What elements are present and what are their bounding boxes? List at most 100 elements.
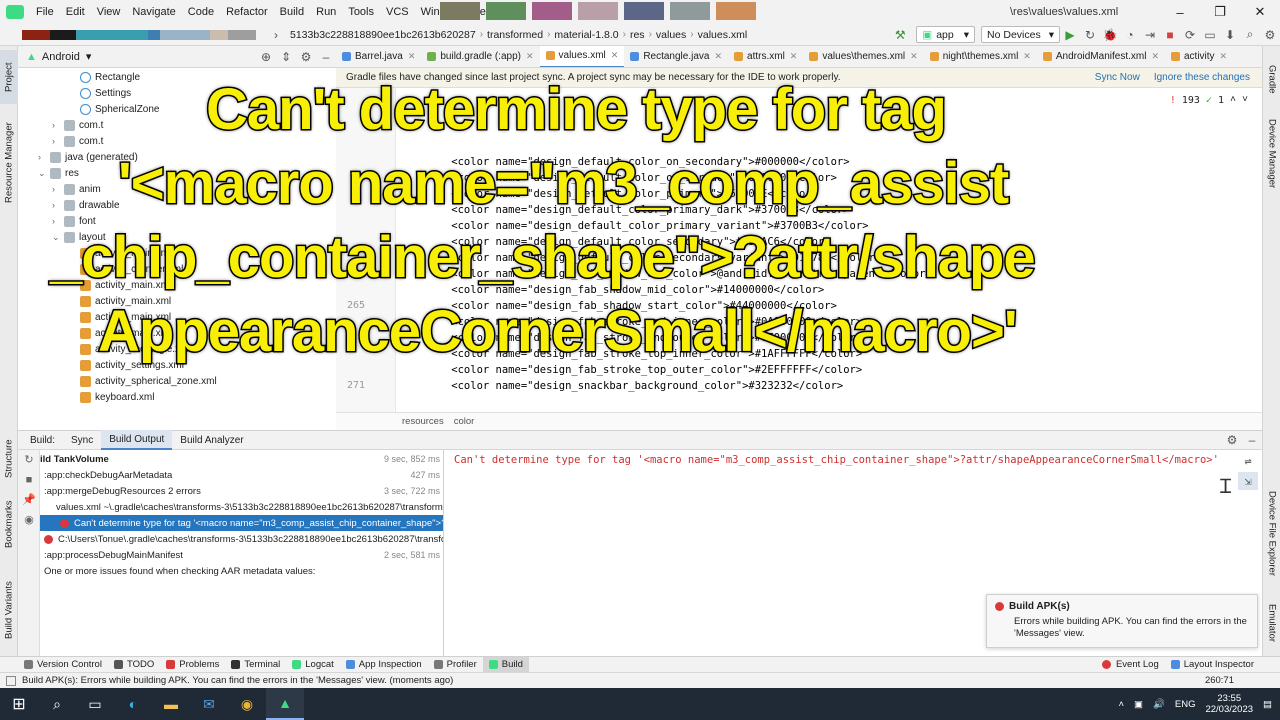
- tree-item[interactable]: ⌄ res: [38, 165, 79, 181]
- build-tab[interactable]: Build Output: [101, 430, 173, 450]
- tree-item[interactable]: Settings: [80, 85, 131, 101]
- tree-item[interactable]: › drawable: [52, 197, 120, 213]
- editor-tab[interactable]: night\themes.xml ✕: [924, 46, 1037, 67]
- scroll-to-end-icon[interactable]: ⇲: [1238, 472, 1258, 490]
- hammer-icon[interactable]: ⚒: [890, 26, 910, 44]
- tree-item[interactable]: › com.t: [52, 117, 103, 133]
- build-tree-row[interactable]: :app:processDebugMainManifest 2 sec, 581 …: [40, 547, 443, 563]
- volume-icon[interactable]: 🔊: [1153, 699, 1165, 710]
- breadcrumb-item[interactable]: values: [652, 29, 690, 41]
- tree-item[interactable]: Rectangle: [80, 69, 140, 85]
- layout-inspector-tab[interactable]: Layout Inspector: [1165, 657, 1260, 673]
- ignore-changes-link[interactable]: Ignore these changes: [1154, 72, 1250, 83]
- soft-wrap-icon[interactable]: ⇌: [1238, 452, 1258, 470]
- tree-expand-icon[interactable]: ›: [52, 200, 64, 210]
- debug-icon[interactable]: 🐞: [1100, 26, 1120, 44]
- tree-item[interactable]: ⌄ layout: [52, 229, 106, 245]
- close-tab-icon[interactable]: ✕: [1220, 51, 1228, 62]
- tree-item[interactable]: › anim: [52, 181, 101, 197]
- bookmarks-tool-tab[interactable]: Bookmarks: [0, 496, 18, 552]
- sync-now-link[interactable]: Sync Now: [1095, 72, 1140, 83]
- build-tab[interactable]: Sync: [63, 430, 101, 450]
- tree-item[interactable]: SphericalZone: [80, 101, 159, 117]
- tree-item[interactable]: activity_main.xml: [80, 325, 171, 341]
- device-file-explorer-tool-tab[interactable]: Device File Explorer: [1263, 478, 1280, 588]
- tree-item[interactable]: activity_spherical_zone.xml: [80, 373, 217, 389]
- build-tree-row[interactable]: C:\Users\Tonue\.gradle\caches\transforms…: [40, 531, 443, 547]
- avd-manager-icon[interactable]: ▭: [1200, 26, 1220, 44]
- gradle-tool-tab[interactable]: Gradle: [1263, 54, 1280, 104]
- tree-item[interactable]: › java (generated): [38, 149, 138, 165]
- chevron-down-icon[interactable]: ˅: [1242, 94, 1248, 106]
- breadcrumb-item[interactable]: transformed: [483, 29, 547, 41]
- android-studio-taskbar-icon[interactable]: ▲: [266, 688, 304, 720]
- edge-icon[interactable]: ◐: [114, 688, 152, 720]
- emulator-tool-tab[interactable]: Emulator: [1263, 594, 1280, 652]
- profile-icon[interactable]: ◔: [1120, 26, 1140, 44]
- gear-icon[interactable]: ⚙: [296, 48, 316, 66]
- tree-expand-icon[interactable]: ›: [52, 136, 64, 146]
- rerun-icon[interactable]: ↻: [18, 450, 40, 470]
- editor-tab[interactable]: Rectangle.java ✕: [624, 46, 728, 67]
- settings-icon[interactable]: ⚙: [1260, 26, 1280, 44]
- breadcrumb-color[interactable]: color: [454, 416, 475, 427]
- gear-icon[interactable]: ⚙: [1222, 431, 1242, 449]
- tool-window-tab[interactable]: Version Control: [18, 657, 108, 673]
- collapse-all-icon[interactable]: ⇕: [276, 48, 296, 66]
- back-icon[interactable]: ›: [266, 26, 286, 44]
- tree-item[interactable]: › font: [52, 213, 96, 229]
- menu-item-refactor[interactable]: Refactor: [220, 0, 274, 24]
- tool-window-tab[interactable]: Profiler: [428, 657, 483, 673]
- file-explorer-icon[interactable]: ▬: [152, 688, 190, 720]
- build-tree-row[interactable]: ild TankVolume 9 sec, 852 ms: [40, 451, 443, 467]
- build-tree-row[interactable]: :app:mergeDebugResources 2 errors 3 sec, …: [40, 483, 443, 499]
- stop-icon[interactable]: ■: [18, 470, 40, 490]
- build-tab[interactable]: Build Analyzer: [172, 430, 251, 450]
- hide-icon[interactable]: –: [316, 48, 336, 66]
- menu-item-edit[interactable]: Edit: [60, 0, 91, 24]
- tool-window-tab[interactable]: App Inspection: [340, 657, 428, 673]
- windows-start-icon[interactable]: ⊞: [0, 688, 38, 720]
- task-view-icon[interactable]: ▭: [76, 688, 114, 720]
- tree-item[interactable]: › com.t: [52, 133, 103, 149]
- close-tab-icon[interactable]: ✕: [790, 51, 798, 62]
- close-tab-icon[interactable]: ✕: [611, 50, 619, 61]
- resource-manager-tool-tab[interactable]: Resource Manager: [0, 108, 18, 218]
- network-icon[interactable]: ▣: [1134, 699, 1143, 710]
- tool-window-tab[interactable]: Problems: [160, 657, 225, 673]
- build-tree-row[interactable]: Can't determine type for tag '<macro nam…: [40, 515, 443, 531]
- close-tab-icon[interactable]: ✕: [1023, 51, 1031, 62]
- menu-item-view[interactable]: View: [91, 0, 127, 24]
- build-tree-row[interactable]: :app:checkDebugAarMetadata 427 ms: [40, 467, 443, 483]
- menu-item-vcs[interactable]: VCS: [380, 0, 415, 24]
- search-icon[interactable]: ⌕: [1240, 26, 1260, 44]
- editor-tab[interactable]: build.gradle (:app) ✕: [421, 46, 539, 67]
- run-icon[interactable]: ▶: [1060, 26, 1080, 44]
- maximize-icon[interactable]: ❐: [1200, 0, 1240, 24]
- tree-item[interactable]: activity_rectangle.xml: [80, 341, 191, 357]
- close-tab-icon[interactable]: ✕: [526, 51, 534, 62]
- menu-item-run[interactable]: Run: [310, 0, 342, 24]
- menu-item-file[interactable]: File: [30, 0, 60, 24]
- tree-expand-icon[interactable]: ›: [38, 152, 50, 162]
- chevron-down-icon[interactable]: ▾: [86, 50, 92, 63]
- close-tab-icon[interactable]: ✕: [910, 51, 918, 62]
- close-tab-icon[interactable]: ✕: [408, 51, 416, 62]
- run-config-select[interactable]: ▣ app ▾: [916, 26, 976, 43]
- window-toggle-icon[interactable]: [6, 675, 16, 686]
- tree-item[interactable]: activity_main.xml: [80, 277, 171, 293]
- tree-expand-icon[interactable]: ›: [52, 216, 64, 226]
- tree-expand-icon[interactable]: ›: [52, 120, 64, 130]
- build-tree-row[interactable]: One or more issues found when checking A…: [40, 563, 443, 579]
- tree-item[interactable]: activity_settings.xml: [80, 357, 184, 373]
- language-indicator[interactable]: ENG: [1175, 699, 1196, 710]
- tree-item[interactable]: activity_cylinder.xml: [80, 261, 183, 277]
- chevron-up-icon[interactable]: ˄: [1230, 94, 1236, 106]
- structure-tool-tab[interactable]: Structure: [0, 430, 18, 488]
- clock[interactable]: 23:55 22/03/2023: [1205, 693, 1253, 715]
- editor-tab[interactable]: values.xml ✕: [539, 46, 625, 67]
- tree-item[interactable]: activity_main.xml: [80, 245, 171, 261]
- editor-tab[interactable]: AndroidManifest.xml ✕: [1037, 46, 1165, 67]
- tree-item[interactable]: activity_main.xml: [80, 309, 171, 325]
- breadcrumb-resources[interactable]: resources: [402, 416, 444, 427]
